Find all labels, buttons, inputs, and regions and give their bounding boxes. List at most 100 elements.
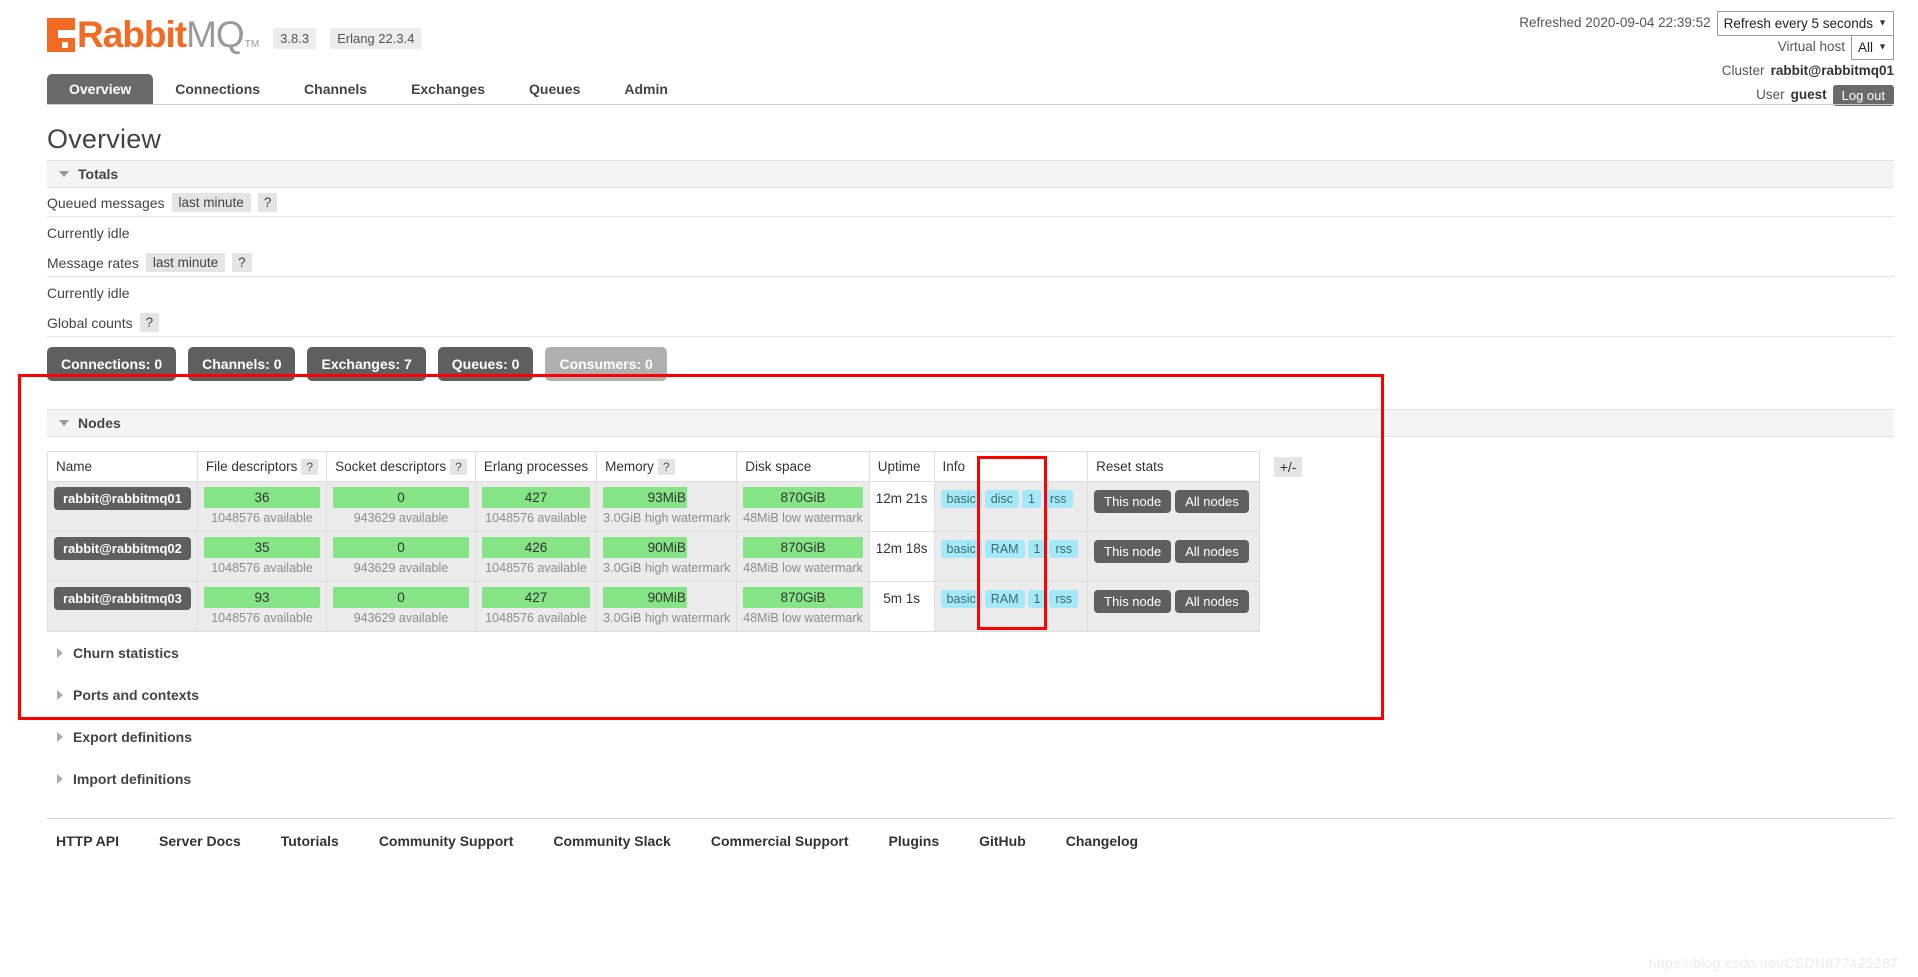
info-tag[interactable]: basic <box>940 590 982 608</box>
erlang-processes-sub: 1048576 available <box>485 611 587 625</box>
count-badge[interactable]: Channels: 0 <box>188 347 296 381</box>
reset-all-nodes-button[interactable]: All nodes <box>1175 490 1249 513</box>
vhost-select[interactable]: All ▼ <box>1850 34 1894 60</box>
section-ports-and-contexts[interactable]: Ports and contexts <box>47 674 1894 716</box>
help-icon[interactable]: ? <box>450 459 467 475</box>
tab-exchanges[interactable]: Exchanges <box>389 74 507 104</box>
reset-this-node-button[interactable]: This node <box>1094 590 1172 613</box>
main-content: Overview Totals Queued messages last min… <box>47 124 1894 849</box>
node-name-cell: rabbit@rabbitmq03 <box>47 581 198 632</box>
footer-link[interactable]: GitHub <box>979 833 1026 849</box>
memory-sub: 3.0GiB high watermark <box>603 511 731 525</box>
erlang-processes-value: 426 <box>481 537 591 558</box>
tab-queues[interactable]: Queues <box>507 74 602 104</box>
count-badge[interactable]: Queues: 0 <box>437 347 534 381</box>
nodes-table-header-row: Name File descriptors? Socket descriptors?… <box>47 451 1311 482</box>
footer-link[interactable]: HTTP API <box>56 833 119 849</box>
info-tag[interactable]: basic <box>940 490 982 508</box>
refresh-interval-select[interactable]: Refresh every 5 seconds ▼ <box>1716 10 1894 36</box>
disk-space-value: 870GiB <box>743 587 863 608</box>
socket-descriptors-value: 0 <box>333 487 469 508</box>
info-tag[interactable]: 1 <box>1021 490 1041 508</box>
reset-this-node-button[interactable]: This node <box>1094 540 1172 563</box>
watermark-text: https://blog.csdn.net/CSDN877425287 <box>1648 955 1898 971</box>
message-rates-header: Message rates last minute ? <box>47 248 1894 277</box>
global-counts-label: Global counts <box>47 314 133 331</box>
queued-help-icon[interactable]: ? <box>257 193 278 212</box>
file-descriptors-cell: 35 1048576 available <box>196 531 328 582</box>
rates-period-chip[interactable]: last minute <box>145 253 226 272</box>
info-tag[interactable]: rss <box>1049 540 1079 558</box>
info-tag[interactable]: 1 <box>1027 540 1047 558</box>
triangle-right-icon <box>57 690 63 700</box>
tab-connections[interactable]: Connections <box>153 74 282 104</box>
info-tag[interactable]: rss <box>1049 590 1079 608</box>
footer-link[interactable]: Plugins <box>889 833 940 849</box>
nodes-table-body: rabbit@rabbitmq01 36 1048576 available 0 943… <box>47 481 1311 632</box>
triangle-down-icon <box>59 171 69 177</box>
disk-space-sub: 48MiB low watermark <box>743 511 863 525</box>
reset-this-node-button[interactable]: This node <box>1094 490 1172 513</box>
section-import-definitions[interactable]: Import definitions <box>47 758 1894 800</box>
help-icon[interactable]: ? <box>657 459 675 475</box>
info-tag[interactable]: RAM <box>984 540 1025 558</box>
info-tag[interactable]: 1 <box>1027 590 1047 608</box>
socket-descriptors-value: 0 <box>333 587 469 608</box>
table-row: rabbit@rabbitmq01 36 1048576 available 0 943… <box>47 481 1311 532</box>
nodes-section: Nodes Name File descriptors? Socket descri… <box>47 409 1894 632</box>
memory-cell: 90MiB 3.0GiB high watermark <box>596 581 738 632</box>
col-header-label: Memory <box>605 459 654 474</box>
info-tag[interactable]: RAM <box>984 590 1025 608</box>
reset-all-nodes-button[interactable]: All nodes <box>1175 540 1249 563</box>
file-descriptors-value: 93 <box>203 587 321 608</box>
col-header-label: Name <box>56 459 93 474</box>
memory-sub: 3.0GiB high watermark <box>603 611 731 625</box>
logo-wordmark: RabbitMQ <box>77 16 245 53</box>
footer-link[interactable]: Tutorials <box>281 833 339 849</box>
count-badge[interactable]: Connections: 0 <box>47 347 177 381</box>
info-tag[interactable]: rss <box>1043 490 1073 508</box>
tab-overview[interactable]: Overview <box>47 74 154 104</box>
section-churn-statistics[interactable]: Churn statistics <box>47 632 1894 674</box>
node-name-link[interactable]: rabbit@rabbitmq01 <box>54 487 191 510</box>
main-navigation: Overview Connections Channels Exchanges Queu… <box>47 72 1894 105</box>
col-header-info: Info <box>933 451 1089 482</box>
section-nodes-header[interactable]: Nodes <box>47 409 1894 437</box>
info-tag[interactable]: basic <box>940 540 982 558</box>
count-badge[interactable]: Consumers: 0 <box>545 347 667 381</box>
info-cell: basic RAM 1 rss <box>933 531 1089 582</box>
file-descriptors-value: 35 <box>203 537 321 558</box>
rabbit-logo-icon <box>47 18 75 52</box>
global-counts-help-icon[interactable]: ? <box>139 313 160 332</box>
version-badge: 3.8.3 <box>273 28 317 49</box>
footer-link[interactable]: Changelog <box>1066 833 1138 849</box>
tab-channels[interactable]: Channels <box>282 74 389 104</box>
queued-period-chip[interactable]: last minute <box>171 193 251 212</box>
node-name-link[interactable]: rabbit@rabbitmq03 <box>54 587 191 610</box>
col-header-uptime: Uptime <box>868 451 935 482</box>
count-badge[interactable]: Exchanges: 7 <box>307 347 426 381</box>
info-cell: basic disc 1 rss <box>933 481 1089 532</box>
footer-link[interactable]: Server Docs <box>159 833 241 849</box>
section-label: Churn statistics <box>73 645 179 661</box>
help-icon[interactable]: ? <box>301 459 319 475</box>
tab-admin[interactable]: Admin <box>602 74 690 104</box>
section-export-definitions[interactable]: Export definitions <box>47 716 1894 758</box>
column-toggle-button[interactable]: +/- <box>1273 456 1303 477</box>
rates-help-icon[interactable]: ? <box>232 253 252 272</box>
erlang-processes-cell: 427 1048576 available <box>474 481 598 532</box>
node-name-link[interactable]: rabbit@rabbitmq02 <box>54 537 191 560</box>
disk-space-cell: 870GiB 48MiB low watermark <box>736 481 870 532</box>
section-totals-header[interactable]: Totals <box>47 160 1894 188</box>
col-header-label: Reset stats <box>1096 459 1164 474</box>
rabbitmq-logo[interactable]: RabbitMQ TM 3.8.3 Erlang 22.3.4 <box>47 16 422 53</box>
footer-link[interactable]: Commercial Support <box>711 833 849 849</box>
info-tag[interactable]: disc <box>984 490 1019 508</box>
col-header-label: Erlang processes <box>483 459 589 474</box>
message-rates-idle: Currently idle <box>47 285 130 301</box>
triangle-right-icon <box>57 774 63 784</box>
footer-link[interactable]: Community Slack <box>553 833 670 849</box>
reset-all-nodes-button[interactable]: All nodes <box>1175 590 1249 613</box>
file-descriptors-sub: 1048576 available <box>211 561 313 575</box>
footer-link[interactable]: Community Support <box>379 833 514 849</box>
